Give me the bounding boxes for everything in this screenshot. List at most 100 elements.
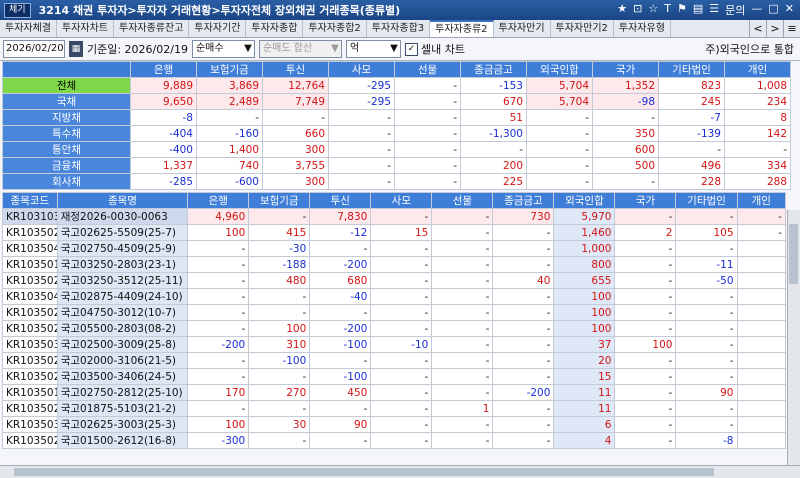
column-header[interactable]: 은행 — [187, 192, 250, 209]
column-header[interactable]: 개인 — [724, 61, 791, 78]
column-header[interactable]: 은행 — [130, 61, 197, 78]
tab-item[interactable]: 투자자종류2 — [430, 20, 494, 37]
column-header[interactable]: 보험기금 — [196, 61, 263, 78]
row-label[interactable]: 통안채 — [2, 141, 131, 158]
tab-nav-icon[interactable]: ≡ — [783, 20, 800, 37]
column-header[interactable]: 종목코드 — [2, 192, 58, 209]
title-icon[interactable]: ★ — [617, 2, 627, 18]
column-header[interactable]: 외국인합 — [553, 192, 616, 209]
tab-item[interactable]: 투자자종류잔고 — [114, 20, 190, 37]
column-header[interactable]: 투신 — [309, 192, 372, 209]
row-label[interactable]: 전체 — [2, 77, 131, 94]
column-header[interactable]: 외국인합 — [526, 61, 593, 78]
table-row[interactable]: KR1035020국고02000-3106(21-5)--100----20-- — [2, 352, 786, 369]
horizontal-scrollbar[interactable] — [0, 465, 800, 478]
value-cell: 415 — [248, 224, 311, 241]
tab-item[interactable]: 투자자종합3 — [367, 20, 431, 37]
table-row[interactable]: KR1035010국고03250-2803(23-1)--188-200---8… — [2, 256, 786, 273]
summary-row[interactable]: 통안채 -400 1,400 300- - - -600- - — [2, 141, 791, 158]
value-cell: 100 — [614, 336, 677, 353]
column-header[interactable]: 기타법인 — [658, 61, 725, 78]
date-input[interactable]: 2026/02/20 — [3, 40, 65, 58]
title-icon[interactable]: □ — [768, 2, 778, 18]
column-header[interactable]: 국가 — [614, 192, 677, 209]
summary-cell: -295 — [328, 93, 395, 110]
table-row[interactable]: KR1035020국고01500-2612(16-8)-300-----4--8 — [2, 432, 786, 449]
tab-item[interactable]: 투자자종합2 — [303, 20, 367, 37]
vertical-scrollbar[interactable] — [787, 210, 800, 466]
column-header[interactable]: 선물 — [431, 192, 494, 209]
title-icon[interactable]: — — [751, 2, 762, 18]
title-icon[interactable]: T — [664, 2, 671, 18]
table-row[interactable]: KR1035030국고02625-3003(25-3)1003090---6-- — [2, 416, 786, 433]
tab-item[interactable]: 투자자체결 — [0, 20, 57, 37]
column-header[interactable]: 국가 — [592, 61, 659, 78]
title-icon[interactable]: ▤ — [693, 2, 703, 18]
column-header[interactable]: 종금금고 — [492, 192, 555, 209]
tab-nav-icon[interactable]: < — [749, 20, 766, 37]
scroll-thumb[interactable] — [789, 224, 798, 284]
tab-item[interactable]: 투자자만기2 — [551, 20, 614, 37]
title-icon[interactable]: ☆ — [648, 2, 658, 18]
summary-row[interactable]: 국채 9,650 2,489 7,749 -295-670 5,704 -98 245 234 — [2, 93, 791, 110]
column-header[interactable]: 선물 — [394, 61, 461, 78]
row-label[interactable]: 회사채 — [2, 173, 131, 190]
column-header[interactable]: 사모 — [370, 192, 433, 209]
trade-type-select[interactable]: 순매수 ▼ — [191, 40, 255, 58]
title-icon[interactable]: ⚑ — [677, 2, 687, 18]
table-row[interactable]: KR1035040국고02750-4509(25-9)--30----1,000… — [2, 240, 786, 257]
summary-row[interactable]: 금융채 1,337 740 3,755- -200-500 496 334 — [2, 157, 791, 174]
app-badge[interactable]: 체기 — [4, 2, 31, 18]
summary-row[interactable]: 회사채 -285 -600 300- -225- -228 288 — [2, 173, 791, 190]
value-cell: -200 — [309, 256, 372, 273]
table-row[interactable]: KR1035020국고03500-3406(24-5)---100---15-- — [2, 368, 786, 385]
column-header[interactable]: 사모 — [328, 61, 395, 78]
row-label[interactable]: 금융채 — [2, 157, 131, 174]
column-header[interactable]: 보험기금 — [248, 192, 311, 209]
column-header[interactable]: 투신 — [262, 61, 329, 78]
row-label[interactable]: 특수채 — [2, 125, 131, 142]
table-row[interactable]: KR1031034재정2026-0030-00634,960-7,830--73… — [2, 208, 786, 225]
value-cell: - — [309, 304, 372, 321]
column-header[interactable]: 종금금고 — [460, 61, 527, 78]
table-row[interactable]: KR1035040국고02875-4409(24-10)---40---100-… — [2, 288, 786, 305]
column-header[interactable] — [2, 61, 131, 78]
scroll-thumb[interactable] — [14, 468, 714, 476]
tab-nav-icon[interactable]: > — [766, 20, 783, 37]
column-header[interactable]: 기타법인 — [675, 192, 738, 209]
value-cell: 100 — [187, 224, 250, 241]
table-row[interactable]: KR1035020국고01875-5103(21-2)----1-11-- — [2, 400, 786, 417]
column-header[interactable]: 개인 — [736, 192, 786, 209]
cell-chart-checkbox[interactable]: ✓ 셀내 차트 — [404, 41, 465, 57]
title-icon[interactable]: 문의 — [725, 2, 745, 18]
tab-item[interactable]: 투자자만기 — [494, 20, 551, 37]
table-row[interactable]: KR1035010국고02750-2812(25-10)170270450---… — [2, 384, 786, 401]
row-label[interactable]: 국채 — [2, 93, 131, 110]
checkbox-icon[interactable]: ✓ — [404, 42, 418, 56]
table-row[interactable]: KR1035027국고05500-2803(08-2)-100-200---10… — [2, 320, 786, 337]
table-row[interactable]: KR1035030국고02500-3009(25-8)-200310-100-1… — [2, 336, 786, 353]
value-cell: 310 — [248, 336, 311, 353]
tab-item[interactable]: 투자자종합 — [246, 20, 304, 37]
row-label[interactable]: 지방채 — [2, 109, 131, 126]
title-icon[interactable]: ✕ — [785, 2, 794, 18]
unit-select[interactable]: 억 ▼ — [345, 40, 401, 58]
summary-row[interactable]: 지방채 -8- - - -51- - -7 8 — [2, 109, 791, 126]
table-row[interactable]: KR1035020국고02625-5509(25-7)100415-1215--… — [2, 224, 786, 241]
calendar-icon[interactable]: ▦ — [69, 41, 83, 57]
tab-item[interactable]: 투자자기간 — [189, 20, 247, 37]
tab-item[interactable]: 투자자유형 — [614, 20, 671, 37]
bond-code: KR1035020 — [2, 432, 58, 449]
value-cell: - — [431, 272, 494, 289]
value-cell: - — [431, 432, 494, 449]
summary-row[interactable]: 특수채 -404 -160 660- - -1,300-350 -139 142 — [2, 125, 791, 142]
tab-item[interactable]: 투자자차트 — [57, 20, 114, 37]
summary-row[interactable]: 전체 9,889 3,869 12,764 -295- -153 5,704 1,352 823… — [2, 77, 791, 94]
title-icon[interactable]: ⊡ — [633, 2, 642, 18]
table-row[interactable]: KR1035020국고03250-3512(25-11)-480680--406… — [2, 272, 786, 289]
column-header[interactable]: 종목명 — [56, 192, 189, 209]
sell-sum-select[interactable]: 순매도 합산 ▼ — [258, 40, 342, 58]
value-cell: 450 — [309, 384, 372, 401]
title-icon[interactable]: ☰ — [709, 2, 719, 18]
table-row[interactable]: KR1035027국고04750-3012(10-7)------100-- — [2, 304, 786, 321]
